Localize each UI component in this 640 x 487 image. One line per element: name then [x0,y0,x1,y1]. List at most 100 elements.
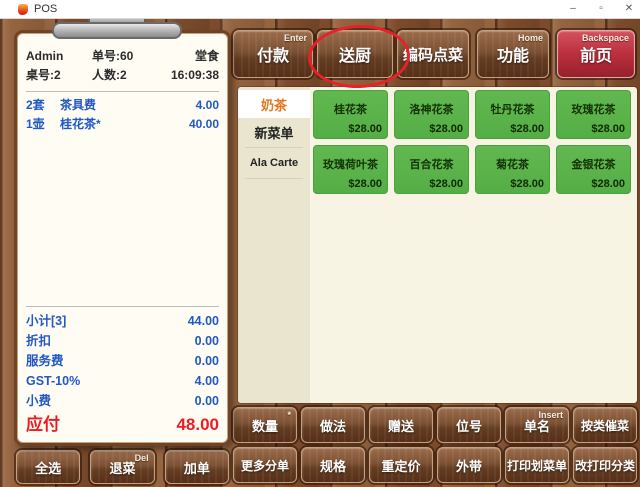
select-all-button[interactable]: 全选 [16,450,80,484]
tab-milk-tea[interactable]: 奶茶 [238,90,310,118]
seat-number-button-label: 位号 [456,416,482,435]
divider [245,178,303,179]
print-mark-list-button[interactable]: 打印划菜单 [505,447,569,483]
item-qty: 1壶 [26,115,60,134]
item-amount: 4.00 [149,96,219,115]
order-time: 16:09:38 [153,66,219,85]
tab-new-menu[interactable]: 新菜单 [238,118,310,146]
discount-row: 折扣 0.00 [26,331,219,351]
receipt-action-bar: 全选 Del 退菜 加单 [16,450,229,484]
order-receipt-panel: Admin 单号:60 堂食 桌号:2 人数:2 16:09:38 2套 茶具费… [14,30,231,446]
hotkey-label: Del [135,453,149,463]
menu-item-button[interactable]: 桂花茶 $28.00 [313,90,388,139]
service-charge-value: 0.00 [139,351,219,371]
amount-due-value: 48.00 [119,413,219,437]
gst-label: GST-10% [26,371,139,391]
menu-item-price: $28.00 [476,178,549,193]
menu-item-price: $28.00 [314,178,387,193]
menu-item-price: $28.00 [557,123,630,138]
takeaway-button[interactable]: 外带 [437,447,501,483]
menu-item-price: $28.00 [395,123,468,138]
menu-item-button[interactable]: 牡丹花茶 $28.00 [475,90,550,139]
service-charge-label: 服务费 [26,351,139,371]
functions-button[interactable]: Home 功能 [477,30,549,78]
prev-page-button-label: 前页 [580,42,612,66]
close-icon[interactable]: ✕ [622,0,636,18]
dine-type: 堂食 [153,47,219,66]
menu-item-name: 菊花茶 [476,146,549,178]
menu-item-price: $28.00 [395,178,468,193]
cooking-method-button-label: 做法 [320,416,346,435]
reprice-button[interactable]: 重定价 [369,447,433,483]
gst-row: GST-10% 4.00 [26,371,219,391]
divider [245,147,303,148]
order-number: 单号:60 [92,47,153,66]
prev-page-button[interactable]: Backspace 前页 [557,30,635,78]
discount-value: 0.00 [139,331,219,351]
subtotal-value: 44.00 [139,311,219,331]
menu-item-button[interactable]: 玫瑰花茶 $28.00 [556,90,631,139]
minimize-icon[interactable]: – [566,0,580,18]
category-sidebar: 奶茶 新菜单 Ala Carte [238,87,310,403]
menu-item-name: 玫瑰花茶 [557,91,630,123]
takeaway-button-label: 外带 [456,456,482,475]
tab-ala-carte[interactable]: Ala Carte [238,149,310,177]
spec-button[interactable]: 规格 [301,447,365,483]
clipboard-clip [52,22,182,39]
menu-item-price: $28.00 [557,178,630,193]
tip-row: 小费 0.00 [26,391,219,411]
gst-value: 4.00 [139,371,219,391]
item-amount: 40.00 [149,115,219,134]
item-name: 桂花茶* [60,115,149,134]
tip-label: 小费 [26,391,139,411]
menu-item-name: 牡丹花茶 [476,91,549,123]
menu-item-price: $28.00 [314,123,387,138]
pay-button[interactable]: Enter 付款 [233,30,313,78]
hotkey-label: Backspace [582,33,629,43]
maximize-icon[interactable]: ▫ [594,0,608,18]
item-qty: 2套 [26,96,60,115]
send-kitchen-button[interactable]: 送厨 [317,30,393,78]
void-item-button[interactable]: Del 退菜 [90,450,154,484]
menu-item-name: 玫瑰荷叶茶 [314,146,387,178]
pay-button-label: 付款 [257,42,289,66]
more-split-button[interactable]: 更多分单 [233,447,297,483]
gift-button[interactable]: 赠送 [369,407,433,443]
amount-due-label: 应付 [26,413,119,437]
rush-by-category-button-label: 按类催菜 [581,417,629,434]
rush-by-category-button[interactable]: 按类催菜 [573,407,637,443]
void-item-button-label: 退菜 [109,458,135,477]
order-line-item[interactable]: 1壶 桂花茶* 40.00 [26,115,219,134]
functions-button-label: 功能 [497,42,529,66]
menu-item-button[interactable]: 菊花茶 $28.00 [475,145,550,194]
gift-button-label: 赠送 [388,416,414,435]
quantity-button[interactable]: * 数量 [233,407,297,443]
subtotal-row: 小计[3] 44.00 [26,311,219,331]
menu-item-name: 金银花茶 [557,146,630,178]
menu-panel: 奶茶 新菜单 Ala Carte 桂花茶 $28.00 洛神花茶 $28.00 … [238,87,637,403]
seat-number-button[interactable]: 位号 [437,407,501,443]
spec-button-label: 规格 [320,456,346,475]
hotkey-label: Insert [538,410,563,420]
function-bar-row1: * 数量 做法 赠送 位号 Insert 单名 按类催菜 [233,407,637,443]
amount-due-row: 应付 48.00 [26,413,219,437]
discount-label: 折扣 [26,331,139,351]
more-split-button-label: 更多分单 [241,457,289,474]
order-line-item[interactable]: 2套 茶具费 4.00 [26,96,219,115]
menu-item-name: 桂花茶 [314,91,387,123]
window-title: POS [34,3,57,15]
order-name-button[interactable]: Insert 单名 [505,407,569,443]
code-order-button[interactable]: 编码点菜 [397,30,469,78]
add-order-button[interactable]: 加单 [165,450,229,484]
function-bar-row2: 更多分单 规格 重定价 外带 打印划菜单 改打印分类 [233,447,637,483]
change-print-category-button[interactable]: 改打印分类 [573,447,637,483]
menu-item-button[interactable]: 洛神花茶 $28.00 [394,90,469,139]
menu-item-button[interactable]: 玫瑰荷叶茶 $28.00 [313,145,388,194]
menu-item-button[interactable]: 金银花茶 $28.00 [556,145,631,194]
title-bar: POS – ▫ ✕ [0,0,640,19]
cooking-method-button[interactable]: 做法 [301,407,365,443]
item-name: 茶具费 [60,96,149,115]
menu-item-grid: 桂花茶 $28.00 洛神花茶 $28.00 牡丹花茶 $28.00 玫瑰花茶 … [310,87,637,403]
print-mark-list-button-label: 打印划菜单 [507,457,567,474]
menu-item-button[interactable]: 百合花茶 $28.00 [394,145,469,194]
